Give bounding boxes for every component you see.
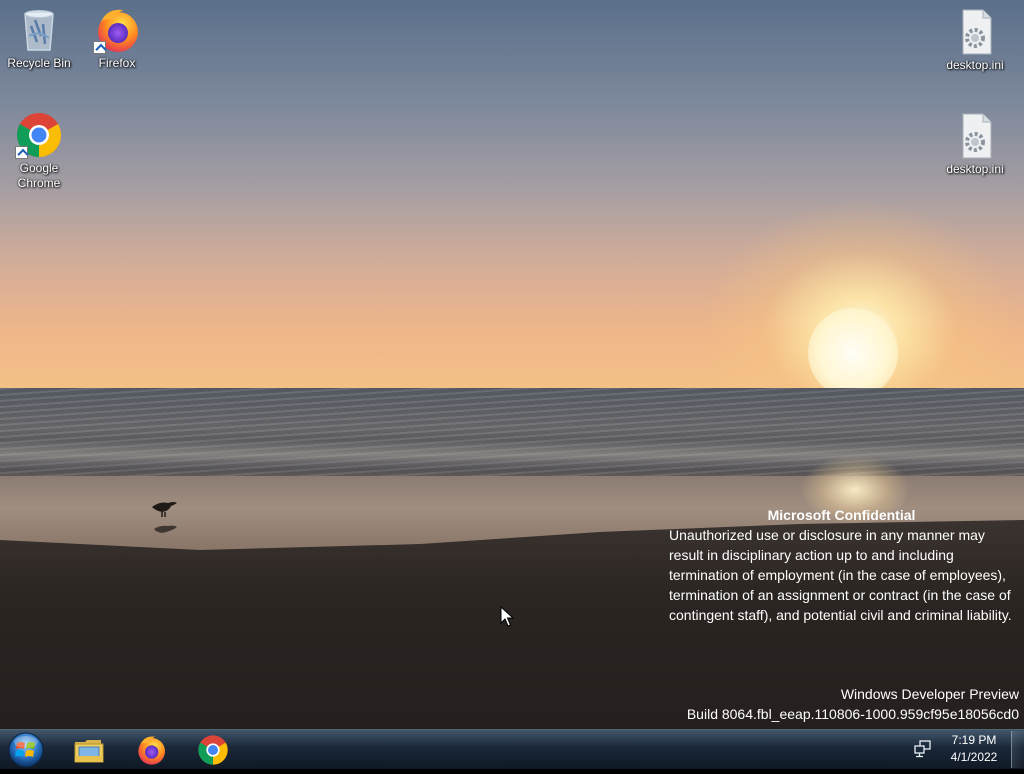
desktop-ini-label: desktop.ini xyxy=(946,162,1004,176)
chrome-icon xyxy=(197,734,229,766)
shortcut-arrow-icon xyxy=(15,146,28,159)
tray-clock[interactable]: 7:19 PM 4/1/2022 xyxy=(942,732,1006,766)
clock-time: 7:19 PM xyxy=(951,733,997,747)
desktop-wallpaper xyxy=(0,0,1024,768)
chrome-icon xyxy=(15,111,63,159)
network-icon[interactable] xyxy=(914,740,932,758)
firefox-label: Firefox xyxy=(98,56,136,70)
wallpaper-sun xyxy=(808,308,898,398)
clock-date: 4/1/2022 xyxy=(950,750,998,764)
firefox-icon xyxy=(93,6,141,54)
settings-file-icon xyxy=(951,8,999,56)
taskbar: 7:19 PM 4/1/2022 xyxy=(0,729,1024,769)
firefox-icon xyxy=(135,734,167,766)
taskbar-firefox-button[interactable] xyxy=(126,732,176,768)
desktop-icon-firefox[interactable]: Firefox xyxy=(79,6,155,71)
recycle-bin-icon xyxy=(15,6,63,54)
chrome-label: Google Chrome xyxy=(17,161,61,190)
seagull-silhouette xyxy=(152,502,177,533)
shortcut-arrow-icon xyxy=(93,41,106,54)
settings-file-icon xyxy=(951,112,999,160)
folder-icon xyxy=(73,734,105,766)
recycle-bin-label: Recycle Bin xyxy=(7,56,71,70)
show-desktop-button[interactable] xyxy=(1011,731,1024,768)
confidential-body: Unauthorized use or disclosure in any ma… xyxy=(669,527,1012,623)
desktop-icon-desktop-ini-2[interactable]: desktop.ini xyxy=(937,112,1013,177)
taskbar-chrome-button[interactable] xyxy=(188,732,238,768)
desktop-icon-desktop-ini-1[interactable]: desktop.ini xyxy=(937,8,1013,73)
build-text: Build 8064.fbl_eeap.110806-1000.959cf95e… xyxy=(686,706,1019,722)
windows-start-orb-icon xyxy=(8,732,44,768)
desktop-icon-google-chrome[interactable]: Google Chrome xyxy=(1,111,77,191)
desktop-ini-label: desktop.ini xyxy=(946,58,1004,72)
edition-text: Windows Developer Preview xyxy=(840,686,1019,702)
start-button[interactable] xyxy=(6,731,46,769)
taskbar-file-explorer-button[interactable] xyxy=(64,732,114,768)
desktop-icon-recycle-bin[interactable]: Recycle Bin xyxy=(1,6,77,71)
build-watermark: Windows Developer Preview Build 8064.fbl… xyxy=(687,684,1019,724)
confidential-notice: Microsoft Confidential Unauthorized use … xyxy=(669,505,1014,625)
confidential-title: Microsoft Confidential xyxy=(767,507,916,523)
mouse-cursor-icon xyxy=(500,606,514,627)
